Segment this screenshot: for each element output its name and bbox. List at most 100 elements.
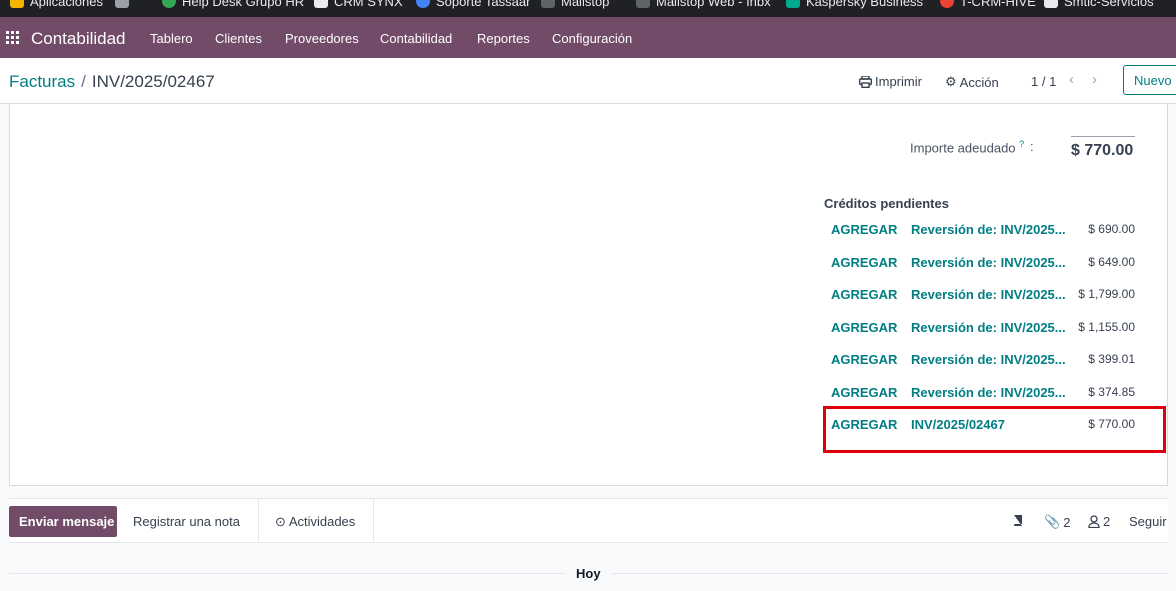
activities-label: Actividades <box>288 514 356 529</box>
credit-reference-link[interactable]: Reversión de: INV/2025... <box>911 222 1066 237</box>
credit-amount: $ 1,799.00 <box>1078 287 1135 301</box>
bookmark-folder[interactable] <box>115 0 129 9</box>
print-label: Imprimir <box>875 74 922 89</box>
bookmarks-bar: Aplicaciones Help Desk Grupo HR CRM SYNX… <box>0 0 1176 17</box>
nav-configuracion[interactable]: Configuración <box>552 31 632 46</box>
bookmark-smtic[interactable]: Smtic-Servicios <box>1044 0 1154 9</box>
credit-amount: $ 374.85 <box>1088 385 1135 399</box>
nav-tablero[interactable]: Tablero <box>150 31 193 46</box>
breadcrumb-current: INV/2025/02467 <box>91 72 215 91</box>
book-icon[interactable] <box>1012 514 1024 526</box>
chatter-toolbar: Enviar mensaje Registrar una nota ⊙ Acti… <box>9 498 1168 543</box>
credit-reference-link[interactable]: Reversión de: INV/2025... <box>911 385 1066 400</box>
credit-amount: $ 399.01 <box>1088 352 1135 366</box>
top-navbar: Contabilidad Tablero Clientes Proveedore… <box>0 17 1176 58</box>
followers-count: 2 <box>1103 514 1111 529</box>
bookmark-soporte[interactable]: Soporte Tassaar <box>416 0 530 9</box>
bookmark-label: Mailstop Web - Inbx <box>656 0 771 9</box>
kaspersky-icon <box>786 0 800 8</box>
add-credit-button[interactable]: AGREGAR <box>831 352 897 367</box>
credit-reference-link[interactable]: Reversión de: INV/2025... <box>911 255 1066 270</box>
credit-row: AGREGAR Reversión de: INV/2025... $ 649.… <box>831 255 1135 273</box>
bookmark-label: Kaspersky Business <box>806 0 924 9</box>
bookmark-label: Aplicaciones <box>30 0 103 9</box>
add-credit-button[interactable]: AGREGAR <box>831 255 897 270</box>
credit-amount: $ 690.00 <box>1088 222 1135 236</box>
chevron-left-icon[interactable]: ‹ <box>1069 71 1074 88</box>
amount-due-value: $ 770.00 <box>1071 142 1134 159</box>
today-label: Hoy <box>566 566 611 581</box>
amount-due-label: Importe adeudado ? <box>910 139 1024 155</box>
new-button[interactable]: Nuevo <box>1123 65 1176 95</box>
add-credit-button[interactable]: AGREGAR <box>831 287 897 302</box>
app-brand[interactable]: Contabilidad <box>31 29 126 49</box>
add-credit-button[interactable]: AGREGAR <box>831 222 897 237</box>
attachments-count: 2 <box>1063 514 1071 530</box>
help-tooltip-icon[interactable]: ? <box>1019 139 1024 149</box>
smtic-icon <box>1044 0 1058 8</box>
follow-label: Seguir <box>1129 514 1167 529</box>
bookmark-tcrm[interactable]: T-CRM-HIVE <box>940 0 1036 9</box>
bookmark-crm[interactable]: CRM SYNX <box>314 0 403 9</box>
credit-row: AGREGAR Reversión de: INV/2025... $ 1,15… <box>831 320 1135 338</box>
bookmark-label: Mailstop <box>561 0 610 9</box>
credit-row: AGREGAR Reversión de: INV/2025... $ 374.… <box>831 385 1135 403</box>
mailstop-web-icon <box>636 0 650 8</box>
credit-reference-link[interactable]: Reversión de: INV/2025... <box>911 320 1066 335</box>
bookmark-helpdesk[interactable]: Help Desk Grupo HR <box>162 0 304 9</box>
action-label: Acción <box>959 74 999 90</box>
crm-icon <box>314 0 328 8</box>
activities-button[interactable]: ⊙ Actividades <box>258 499 374 543</box>
bookmark-label: Help Desk Grupo HR <box>182 0 305 9</box>
helpdesk-icon <box>162 0 176 8</box>
credit-reference-link[interactable]: Reversión de: INV/2025... <box>911 287 1066 302</box>
nav-proveedores[interactable]: Proveedores <box>285 31 359 46</box>
credit-row: AGREGAR Reversión de: INV/2025... $ 1,79… <box>831 287 1135 305</box>
bookmark-mailstop-web[interactable]: Mailstop Web - Inbx <box>636 0 771 9</box>
breadcrumb-facturas[interactable]: Facturas <box>9 72 75 92</box>
bookmark-label: Soporte Tassaar <box>436 0 531 9</box>
bookmark-label: CRM SYNX <box>334 0 403 9</box>
breadcrumb-separator: / <box>81 72 86 91</box>
tcrm-icon <box>940 0 954 8</box>
credit-reference-link[interactable]: Reversión de: INV/2025... <box>911 352 1066 367</box>
clock-icon: ⊙ <box>275 514 286 529</box>
apps-bookmark-icon <box>10 0 24 8</box>
action-button[interactable]: ⚙ Acción <box>945 74 999 90</box>
mailstop-icon <box>541 0 555 8</box>
gear-icon: ⚙ <box>945 74 957 89</box>
followers-button[interactable]: 2 <box>1088 514 1110 529</box>
paperclip-icon: 📎 <box>1044 514 1061 529</box>
bookmark-label: T-CRM-HIVE <box>960 0 1036 9</box>
attachments-button[interactable]: 📎 2 <box>1044 514 1070 530</box>
amount-divider <box>1071 136 1135 137</box>
nav-contabilidad[interactable]: Contabilidad <box>380 31 452 46</box>
send-message-button[interactable]: Enviar mensaje <box>9 506 117 537</box>
credit-row: AGREGAR Reversión de: INV/2025... $ 690.… <box>831 222 1135 240</box>
control-panel: Facturas / INV/2025/02467 Imprimir ⚙ Acc… <box>0 58 1176 104</box>
outstanding-credits-title: Créditos pendientes <box>824 196 949 211</box>
bookmark-label: Smtic-Servicios <box>1064 0 1154 9</box>
add-credit-button[interactable]: AGREGAR <box>831 385 897 400</box>
soporte-icon <box>416 0 430 8</box>
credit-amount: $ 1,155.00 <box>1078 320 1135 334</box>
credit-row: AGREGAR Reversión de: INV/2025... $ 399.… <box>831 352 1135 370</box>
apps-menu-icon[interactable] <box>6 31 19 44</box>
follow-button[interactable]: Seguir <box>1129 514 1167 529</box>
add-credit-button[interactable]: AGREGAR <box>831 320 897 335</box>
folder-icon <box>115 0 129 8</box>
pager-value[interactable]: 1 / 1 <box>1031 74 1056 89</box>
print-icon <box>859 75 872 88</box>
bookmark-apps[interactable]: Aplicaciones <box>10 0 103 9</box>
bookmark-mailstop[interactable]: Mailstop <box>541 0 609 9</box>
bookmark-kaspersky[interactable]: Kaspersky Business <box>786 0 923 9</box>
amount-due-label-text: Importe adeudado <box>910 140 1016 156</box>
highlight-annotation-box <box>823 406 1166 453</box>
log-note-button[interactable]: Registrar una nota <box>133 514 240 529</box>
user-icon <box>1088 515 1100 528</box>
nav-clientes[interactable]: Clientes <box>215 31 262 46</box>
breadcrumb: Facturas / INV/2025/02467 <box>9 72 215 92</box>
chevron-right-icon[interactable]: › <box>1092 71 1097 88</box>
print-button[interactable]: Imprimir <box>859 74 922 89</box>
nav-reportes[interactable]: Reportes <box>477 31 530 46</box>
